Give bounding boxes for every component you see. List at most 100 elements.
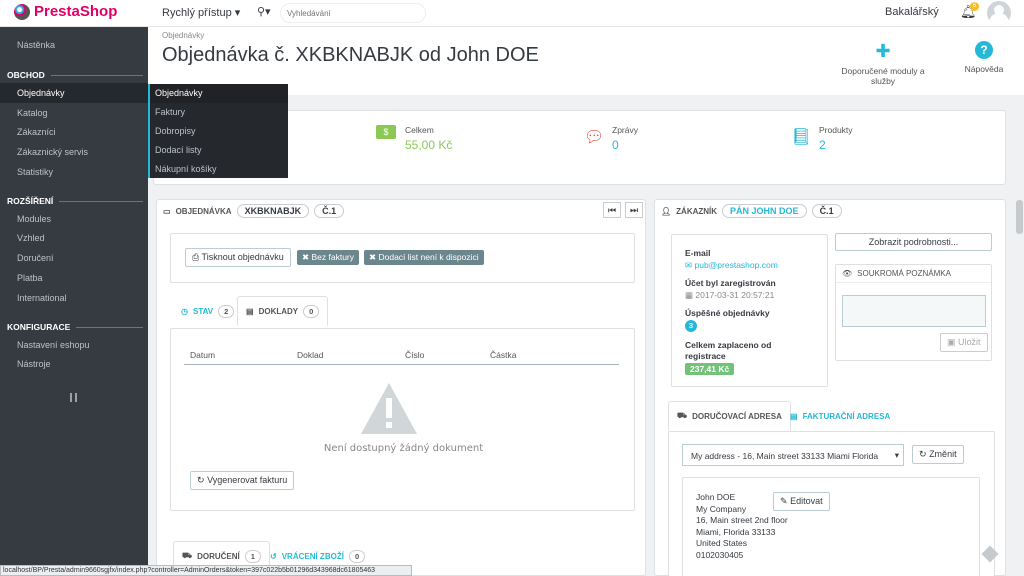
generate-invoice-button[interactable]: ↻ Vygenerovat fakturu [190, 471, 295, 490]
submenu-item-carts[interactable]: Nákupní košíky [150, 160, 288, 179]
change-address-button[interactable]: ↻ Změnit [912, 445, 964, 464]
clock-icon: ◷ [181, 306, 188, 316]
sidebar-section-configure: KONFIGURACE [7, 322, 143, 332]
submenu-item-credit-slips[interactable]: Dobropisy [150, 122, 288, 141]
table-header-divider [184, 364, 619, 365]
print-order-button[interactable]: ⎙ Tisknout objednávku [185, 248, 291, 267]
quick-access-label: Rychlý přístup [162, 7, 232, 19]
puzzle-icon: ✚ [875, 41, 891, 61]
sidebar-item-payment[interactable]: Platba [0, 268, 148, 288]
kpi-label: Zprávy [612, 125, 638, 135]
address-line: Miami, Florida 33133 [696, 526, 776, 537]
kpi-value: 0 [612, 138, 619, 152]
note-title: SOUKROMÁ POZNÁMKA [857, 269, 951, 278]
search-input[interactable] [280, 3, 426, 23]
sidebar-section-shop: OBCHOD [7, 70, 143, 80]
quick-access-menu[interactable]: Rychlý přístup ▾ [162, 6, 240, 19]
order-reference-tag: XKBKNABJK [236, 204, 310, 218]
address-select[interactable]: My address - 16, Main street 33133 Miami… [682, 444, 904, 466]
valid-orders-label: Úspěšné objednávky [685, 308, 770, 318]
sidebar-collapse-icon[interactable] [70, 393, 77, 402]
tab-label: STAV [192, 306, 214, 316]
no-delivery-slip-label: ✖ Dodací list není k dispozici [364, 250, 484, 265]
sidebar-item-customer-service[interactable]: Zákaznický servis [0, 142, 148, 162]
sidebar: Nástěnka OBCHOD Objednávky Katalog Zákaz… [0, 27, 148, 576]
order-panel-heading: ▭ OBJEDNÁVKA XKBKNABJK Č.1 [157, 200, 645, 222]
notification-badge: 6 [970, 2, 979, 11]
kpi-value: 55,00 Kč [405, 138, 453, 152]
search-icon[interactable]: ⚲▾ [257, 5, 271, 18]
logo[interactable]: PrestaShop [14, 3, 117, 20]
tab-documents[interactable]: ▤ DOKLADY 0 [237, 296, 329, 326]
pencil-icon: ✎ [780, 496, 788, 506]
panel-title: ZÁKAZNÍK [676, 206, 718, 216]
private-note-textarea[interactable] [842, 295, 986, 327]
submenu-item-invoices[interactable]: Faktury [150, 103, 288, 122]
registered-date: 2017-03-31 20:57:21 [695, 290, 775, 300]
section-label: OBCHOD [7, 70, 45, 80]
email-link[interactable]: ✉ pub@prestashop.com [685, 260, 778, 271]
tab-label: VRÁCENÍ ZBOŽÍ [281, 551, 344, 561]
sidebar-section-extensions: ROZŠÍŘENÍ [7, 196, 143, 206]
next-order-button[interactable]: ⏭︎ [625, 202, 643, 218]
sidebar-item-tools[interactable]: Nástroje [0, 354, 148, 374]
tab-count: 0 [348, 549, 366, 563]
save-note-button[interactable]: ▣ Uložit [940, 333, 988, 352]
status-bar-url: localhost/BP/Presta/admin9660sgjfx/index… [0, 565, 412, 576]
sidebar-item-stats[interactable]: Statistiky [0, 162, 148, 182]
toolbar-label: Doporučené moduly a služby [841, 66, 925, 86]
tab-label: DOKLADY [258, 306, 299, 316]
section-label: KONFIGURACE [7, 322, 71, 332]
sidebar-item-design[interactable]: Vzhled [0, 228, 148, 248]
edit-address-button[interactable]: ✎ Editovat [773, 492, 830, 511]
prestashop-logo-icon [14, 3, 30, 20]
registered-value: ▦ 2017-03-31 20:57:21 [685, 290, 774, 301]
help-icon: ? [975, 41, 993, 59]
top-bar: PrestaShop Rychlý přístup ▾ ⚲▾ Bakalářsk… [0, 0, 1024, 27]
address-line: 0102030405 [696, 549, 744, 560]
total-spent-badge: 237,41 Kč [685, 363, 735, 375]
view-details-button[interactable]: Zobrazit podrobnosti... [835, 233, 992, 251]
kpi-products: Produkty 2 [819, 125, 853, 152]
customer-name-tag[interactable]: PÁN JOHN DOE [722, 204, 807, 218]
prev-order-button[interactable]: ⏮︎ [603, 202, 621, 218]
address-pane: My address - 16, Main street 33133 Miami… [668, 431, 995, 576]
submenu-item-delivery-slips[interactable]: Dodací listy [150, 141, 288, 160]
breadcrumb[interactable]: Objednávky [162, 31, 204, 40]
submenu-item-orders[interactable]: Objednávky [150, 84, 288, 103]
tab-count: 2 [218, 304, 235, 318]
sidebar-item-customers[interactable]: Zákazníci [0, 122, 148, 142]
kpi-label: Produkty [819, 125, 853, 135]
sidebar-item-dashboard[interactable]: Nástěnka [0, 35, 148, 55]
sidebar-item-modules[interactable]: Modules [0, 209, 148, 229]
avatar[interactable] [987, 1, 1011, 25]
kpi-value: 2 [819, 138, 826, 152]
shop-name-link[interactable]: Bakalářský [885, 6, 939, 18]
help-button[interactable]: ? Nápověda [962, 41, 1006, 74]
tab-count: 1 [244, 549, 261, 563]
caret-down-icon: ▾ [894, 450, 899, 460]
scrollbar-thumb[interactable] [1016, 200, 1023, 234]
kpi-label: Celkem [405, 125, 434, 135]
button-label: Uložit [958, 337, 981, 347]
kpi-total: Celkem 55,00 Kč [405, 125, 452, 152]
sidebar-item-catalog[interactable]: Katalog [0, 103, 148, 123]
undo-icon: ↺ [270, 551, 277, 561]
sidebar-item-shop-settings[interactable]: Nastavení eshopu [0, 335, 148, 355]
section-label: ROZŠÍŘENÍ [7, 196, 54, 206]
tab-invoice-address[interactable]: ▤ FAKTURAČNÍ ADRESA [782, 401, 898, 431]
tab-delivery-address[interactable]: ⛟ DORUČOVACÍ ADRESA [668, 401, 791, 431]
tab-status[interactable]: ◷ STAV 2 [173, 296, 242, 326]
truck-icon: ⛟ [182, 551, 193, 560]
order-number-tag: Č.1 [314, 204, 345, 218]
sidebar-item-international[interactable]: International [0, 288, 148, 308]
column-header-date: Datum [190, 350, 216, 360]
sidebar-item-shipping[interactable]: Doručení [0, 248, 148, 268]
money-icon: $ [376, 125, 396, 139]
tab-label: FAKTURAČNÍ ADRESA [802, 411, 891, 421]
sidebar-item-orders[interactable]: Objednávky [0, 83, 148, 103]
save-icon: ▣ [947, 337, 956, 347]
calendar-icon: ▦ [685, 290, 694, 300]
recommended-modules-button[interactable]: ✚ Doporučené moduly a služby [838, 41, 928, 86]
private-note-heading: 👁︎ SOUKROMÁ POZNÁMKA [836, 265, 991, 283]
